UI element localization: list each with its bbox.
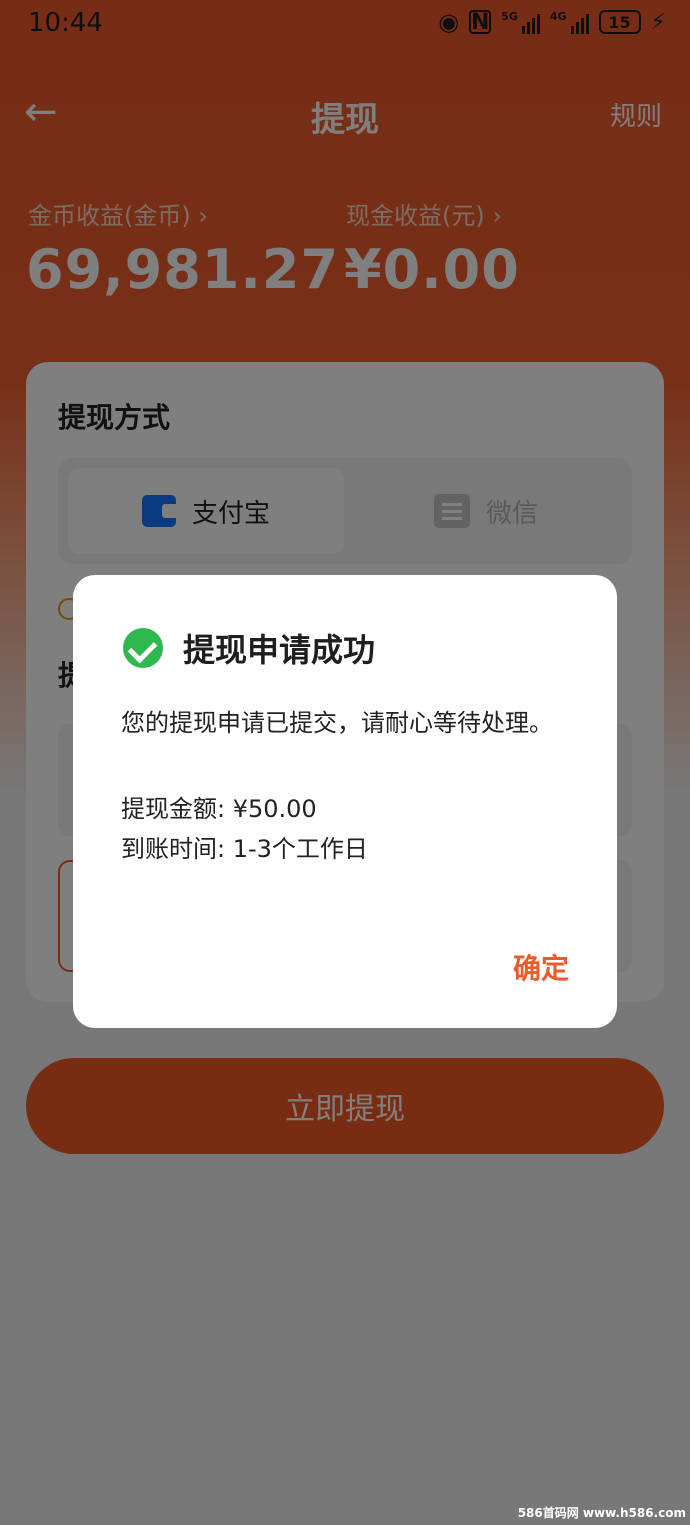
dialog-arrival-time: 到账时间: 1-3个工作日 bbox=[121, 835, 368, 863]
dialog-amount: 提现金额: ¥50.00 bbox=[121, 795, 317, 823]
dialog-message: 您的提现申请已提交，请耐心等待处理。 bbox=[121, 709, 553, 737]
confirm-button[interactable]: 确定 bbox=[513, 947, 569, 987]
withdraw-page: 10:44 ◉ N 5G 4G 15 ⚡ ← 提现 规则 金币收益(金币) › … bbox=[0, 0, 690, 1525]
dialog-title: 提现申请成功 bbox=[183, 631, 376, 669]
watermark: 586首码网 www.h586.com bbox=[517, 1506, 686, 1520]
check-circle-icon bbox=[123, 628, 163, 668]
dialog-header: 提现申请成功 bbox=[123, 625, 375, 671]
success-dialog: 提现申请成功 您的提现申请已提交，请耐心等待处理。 提现金额: ¥50.00 到… bbox=[73, 575, 617, 1028]
